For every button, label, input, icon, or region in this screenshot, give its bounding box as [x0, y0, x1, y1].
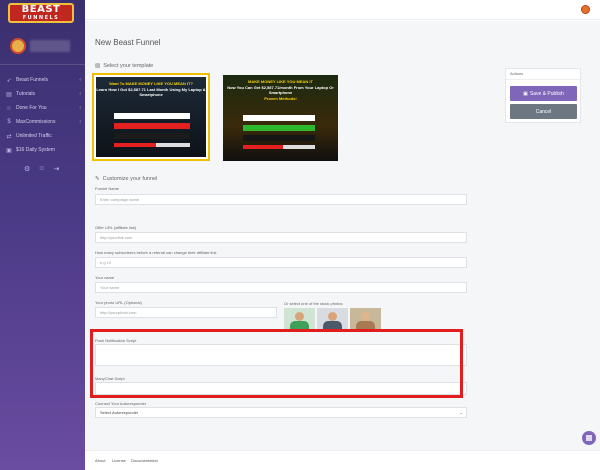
sidebar-tools: ⚙ ☺ ⇥: [24, 165, 59, 173]
subscribers-label: How many subscribers before a referral c…: [95, 250, 217, 255]
sidebar-item-tutorials[interactable]: ▤ Tutorials ‹: [6, 88, 81, 100]
template-1-input: [114, 113, 190, 119]
highlight-box: [90, 329, 463, 398]
template-2-headline: MAKE MONEY LIKE YOU MEAN IT: [248, 79, 313, 84]
footer: About License Documentation: [85, 450, 600, 470]
save-publish-button[interactable]: ▣ Save & Publish: [510, 86, 577, 101]
sidebar-divider: [0, 64, 85, 65]
money-icon: ▣: [6, 147, 12, 154]
template-2-button: [243, 125, 315, 131]
offer-url-label: Offer URL (affiliate link): [95, 225, 137, 230]
your-name-label: Your name: [95, 275, 115, 280]
image-icon: ▨: [95, 63, 101, 69]
edit-icon: ✎: [95, 176, 100, 182]
sidebar-item-label: MaxCommissions: [16, 119, 56, 125]
user-icon[interactable]: ☺: [38, 165, 45, 173]
sidebar-item-done-for-you[interactable]: ☆ Done For You ‹: [6, 102, 81, 114]
sidebar: BEAST FUNNELS ➶ Beast Funnels ‹ ▤ Tutori…: [0, 0, 85, 470]
chevron-left-icon: ‹: [79, 105, 81, 111]
autoresponder-label: Connect Your Autoresponder: [95, 401, 147, 406]
page-title: New Beast Funnel: [95, 38, 161, 47]
sidebar-item-label: $16 Daily System: [16, 147, 55, 153]
template-section-label: ▨ Select your template: [95, 63, 153, 69]
autoresponder-select-value: Select Autoresponder: [100, 410, 139, 415]
rocket-icon: ➶: [6, 77, 12, 84]
brand-logo-line2: FUNNELS: [22, 15, 60, 21]
traffic-icon: ⇄: [6, 133, 12, 140]
chevron-left-icon: ‹: [79, 77, 81, 83]
chevron-down-icon: ⌄: [459, 410, 463, 415]
template-1-progress: [114, 143, 190, 147]
template-card-2[interactable]: MAKE MONEY LIKE YOU MEAN IT Now You Can …: [223, 75, 338, 161]
sidebar-item-label: Tutorials: [16, 91, 35, 97]
brand-logo-line1: BEAST: [21, 4, 61, 15]
actions-divider: [506, 79, 580, 80]
main-content: New Beast Funnel ▨ Select your template …: [85, 21, 600, 470]
customize-section-text: Customize your funnel: [102, 176, 158, 182]
template-1-subline: Learn How I Got $2,587.71 Last Month Usi…: [96, 87, 206, 97]
star-icon: ☆: [6, 105, 12, 112]
user-avatar[interactable]: [10, 38, 26, 54]
template-2-proven: Proven Methods!: [264, 96, 297, 101]
user-name-blurred: [30, 40, 70, 52]
top-user-avatar[interactable]: [581, 5, 590, 14]
chevron-left-icon: ‹: [79, 119, 81, 125]
sidebar-item-16-daily-system[interactable]: ▣ $16 Daily System: [6, 144, 81, 156]
template-2-subline: Now You Can Get $2,587.71/month From You…: [227, 85, 334, 95]
sidebar-item-label: Beast Funnels: [16, 77, 48, 83]
template-1-text: [114, 133, 190, 139]
template-2-text: [243, 135, 315, 141]
cancel-button[interactable]: Cancel: [510, 104, 577, 119]
dollar-icon: $: [7, 119, 11, 125]
stock-photos-label: Or select one of the stock photos: [284, 301, 343, 306]
footer-link-license[interactable]: License: [112, 458, 126, 463]
save-icon: ▣: [523, 90, 528, 97]
your-name-input[interactable]: Your name: [95, 282, 467, 293]
sidebar-item-label: Done For You: [16, 105, 47, 111]
gear-icon[interactable]: ⚙: [24, 165, 30, 173]
actions-panel: Actions ▣ Save & Publish Cancel: [505, 68, 581, 123]
template-card-1-selected[interactable]: Want To MAKE MONEY LIKE YOU MEAN IT? Lea…: [92, 73, 210, 161]
sidebar-item-maxcommissions[interactable]: $ MaxCommissions ‹: [6, 116, 81, 128]
logout-icon[interactable]: ⇥: [53, 165, 59, 173]
stock-photo-2[interactable]: [317, 308, 348, 330]
top-bar: [85, 0, 600, 20]
sidebar-item-unlimited-traffic[interactable]: ⇄ Unlimited Traffic: [6, 130, 81, 142]
template-2-progress: [243, 145, 315, 149]
photo-url-input[interactable]: http://yourphoto.com: [95, 307, 277, 318]
autoresponder-select[interactable]: Select Autoresponder ⌄: [95, 407, 467, 418]
template-1-headline: Want To MAKE MONEY LIKE YOU MEAN IT?: [109, 81, 193, 86]
template-section-text: Select your template: [103, 63, 154, 69]
subscribers-input[interactable]: e.g 10: [95, 257, 467, 268]
chevron-left-icon: ‹: [79, 91, 81, 97]
save-publish-label: Save & Publish: [529, 90, 564, 97]
book-icon: ▤: [6, 91, 12, 98]
template-2-input: [243, 115, 315, 121]
funnel-name-input[interactable]: Enter campaign name: [95, 194, 467, 205]
sidebar-item-beast-funnels[interactable]: ➶ Beast Funnels ‹: [6, 74, 81, 86]
stock-photo-3[interactable]: [350, 308, 381, 330]
grid-icon: [586, 435, 592, 441]
template-1-button: [114, 123, 190, 129]
actions-title: Actions: [510, 71, 524, 76]
stock-photo-1[interactable]: [284, 308, 315, 330]
photo-url-label: Your photo URL (Optional): [95, 300, 142, 305]
customize-section-label: ✎ Customize your funnel: [95, 176, 157, 182]
footer-link-documentation[interactable]: Documentation: [131, 458, 158, 463]
sidebar-item-label: Unlimited Traffic: [16, 133, 52, 139]
offer-url-input[interactable]: http://yourlink.com: [95, 232, 467, 243]
apps-fab-button[interactable]: [582, 431, 596, 445]
brand-logo[interactable]: BEAST FUNNELS: [8, 3, 74, 23]
funnel-name-label: Funnel Name: [95, 186, 120, 191]
footer-link-about[interactable]: About: [95, 458, 105, 463]
